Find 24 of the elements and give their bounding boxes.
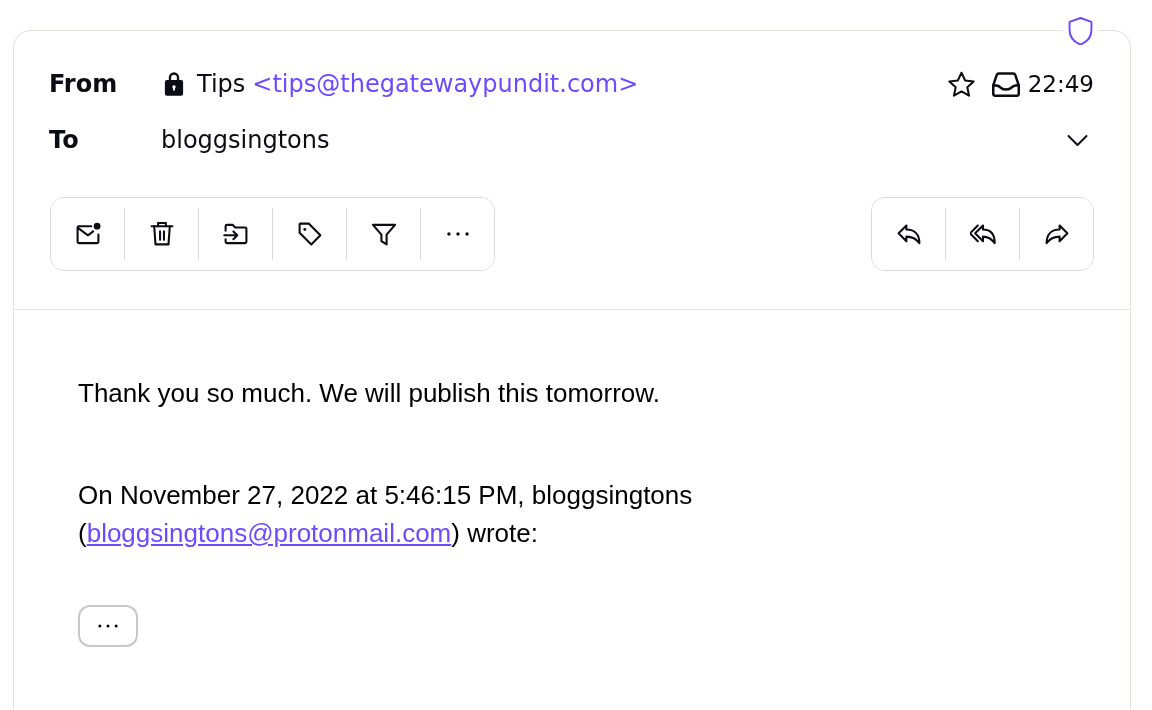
filter-icon bbox=[370, 222, 397, 246]
star-icon[interactable] bbox=[947, 70, 975, 98]
inbox-icon bbox=[991, 71, 1020, 97]
from-label: From bbox=[49, 72, 119, 96]
lock-icon bbox=[163, 71, 185, 97]
message-paragraph: Thank you so much. We will publish this tomorrow. bbox=[78, 377, 660, 410]
sender-email-link[interactable]: bloggsingtons@protonmail.com bbox=[86, 518, 452, 548]
forward-icon bbox=[1043, 222, 1070, 246]
reply-all-icon bbox=[969, 222, 996, 246]
chevron-down-icon[interactable] bbox=[1067, 133, 1088, 147]
recipient-name: bloggsingtons bbox=[161, 128, 330, 152]
reply-icon bbox=[895, 222, 922, 246]
quote-attribution: On November 27, 2022 at 5:46:15 PM, bloggsingtons (bloggsingtons@protonmail.com) wrote: bbox=[78, 479, 694, 550]
shield-icon bbox=[1068, 17, 1093, 45]
to-label: To bbox=[49, 128, 80, 152]
folder-arrow-icon bbox=[222, 222, 249, 246]
envelope-dot-icon bbox=[74, 222, 101, 246]
trash-icon bbox=[148, 222, 175, 246]
tag-icon bbox=[296, 222, 323, 246]
sender-name: Tips bbox=[197, 72, 246, 96]
sender-address: <tips@thegatewaypundit.com> bbox=[252, 72, 639, 96]
more-icon bbox=[98, 624, 118, 628]
more-icon bbox=[446, 232, 469, 236]
message-time: 22:49 bbox=[1027, 72, 1094, 96]
